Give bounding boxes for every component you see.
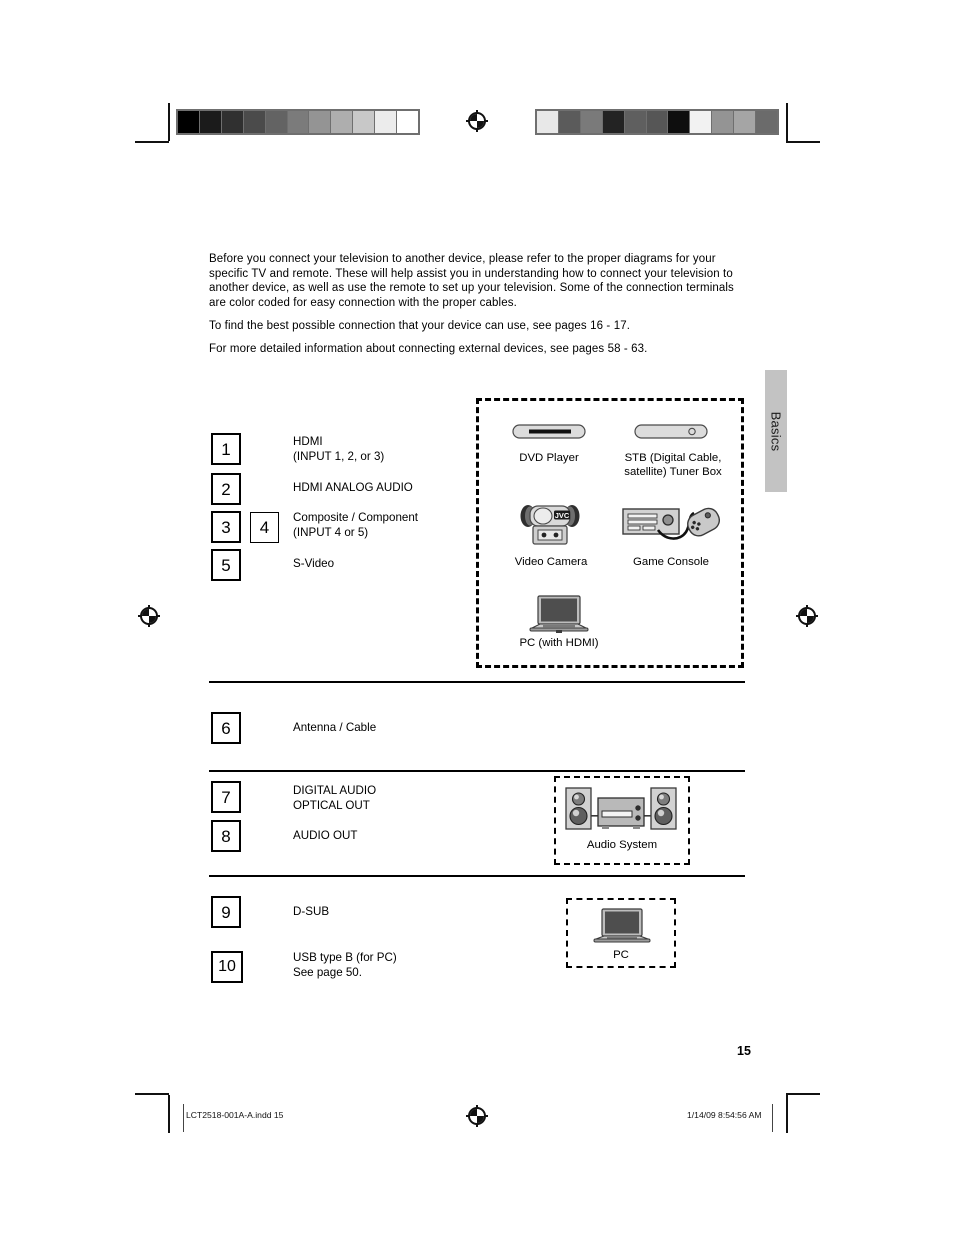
gray-swatch (558, 111, 580, 133)
registration-mark-left (138, 605, 160, 627)
gray-swatch (712, 111, 734, 133)
gray-swatch (668, 111, 690, 133)
footer-rule-left (183, 1104, 185, 1132)
gray-swatch (624, 111, 646, 133)
crop-mark-bottom-right (786, 1093, 820, 1095)
connection-label-6: Antenna / Cable (293, 721, 377, 734)
gray-swatch (199, 111, 221, 133)
connection-number-8: 8 (211, 820, 241, 852)
pc-label: PC (613, 949, 629, 961)
laptop-icon (593, 908, 651, 946)
gray-swatch (602, 111, 624, 133)
intro-paragraph-1: Before you connect your television to an… (209, 253, 734, 309)
audio-system-icon (565, 786, 677, 831)
footer-file-name: LCT2518-001A-A.indd 15 (186, 1110, 284, 1120)
gray-swatch (580, 111, 602, 133)
grayscale-ramp-left (176, 109, 420, 135)
laptop-icon (528, 595, 590, 635)
gray-swatch (221, 111, 243, 133)
stb-tuner-box-label: STB (Digital Cable, satellite) Tuner Box (624, 452, 722, 479)
gray-swatch (243, 111, 265, 133)
gray-swatch (375, 111, 397, 133)
connection-label-10: USB type B (for PC) See page 50. (293, 951, 397, 979)
connection-number-9: 9 (211, 896, 241, 928)
crop-mark-top-right (786, 141, 820, 143)
side-tab-label: Basics (768, 411, 784, 451)
connection-number-4: 4 (250, 512, 279, 543)
dvd-player-icon (512, 424, 586, 440)
gray-swatch (397, 111, 418, 133)
connection-number-10: 10 (211, 951, 243, 983)
connection-number-3: 3 (211, 511, 241, 543)
footer-timestamp: 1/14/09 8:54:56 AM (687, 1110, 762, 1120)
page-number: 15 (737, 1044, 751, 1058)
gray-swatch (537, 111, 558, 133)
connection-number-7: 7 (211, 781, 241, 813)
gray-swatch (734, 111, 756, 133)
crop-mark-bottom-left (135, 1093, 169, 1095)
gray-swatch (287, 111, 309, 133)
game-console-label: Game Console (633, 556, 709, 568)
gray-swatch (646, 111, 668, 133)
crop-mark-top-right-vert (786, 103, 788, 141)
section-divider-3 (209, 875, 745, 878)
crop-mark-bottom-right-vert (786, 1095, 788, 1133)
registration-mark-bottom (466, 1105, 488, 1127)
crop-mark-bottom-left-vert (168, 1095, 170, 1133)
grayscale-patches-right (535, 109, 779, 135)
gray-swatch (690, 111, 712, 133)
connection-label-7: DIGITAL AUDIO OPTICAL OUT (293, 784, 377, 812)
connection-number-5: 5 (211, 549, 241, 581)
video-camera-label: Video Camera (514, 556, 588, 568)
stb-tuner-box-icon (634, 424, 708, 440)
footer-rule-right (772, 1104, 774, 1132)
intro-paragraph-3: For more detailed information about conn… (209, 343, 648, 355)
pc-with-hdmi-label: PC (with HDMI) (519, 637, 599, 649)
gray-swatch (331, 111, 353, 133)
connection-label-9: D-SUB (293, 905, 330, 918)
registration-mark-right (796, 605, 818, 627)
audio-system-label: Audio System (586, 839, 658, 851)
dvd-player-label: DVD Player (519, 452, 579, 464)
svg-text:JVC: JVC (555, 511, 570, 520)
gray-swatch (756, 111, 777, 133)
crop-mark-top-left (135, 141, 169, 143)
registration-mark-top (466, 110, 488, 132)
connection-number-2: 2 (211, 473, 241, 505)
gray-swatch (353, 111, 375, 133)
section-divider-1 (209, 681, 745, 684)
crop-mark-top-left-vert (168, 103, 170, 141)
gray-swatch (178, 111, 199, 133)
connection-number-1: 1 (211, 433, 241, 465)
side-tab-basics: Basics (765, 370, 787, 492)
connection-label-8: AUDIO OUT (293, 829, 358, 842)
intro-paragraph-2: To find the best possible connection tha… (209, 320, 631, 332)
gray-swatch (265, 111, 287, 133)
video-camera-icon: JVC (519, 502, 581, 548)
section-divider-2 (209, 770, 745, 773)
connection-number-6: 6 (211, 712, 241, 744)
game-console-icon (622, 505, 720, 547)
gray-swatch (309, 111, 331, 133)
